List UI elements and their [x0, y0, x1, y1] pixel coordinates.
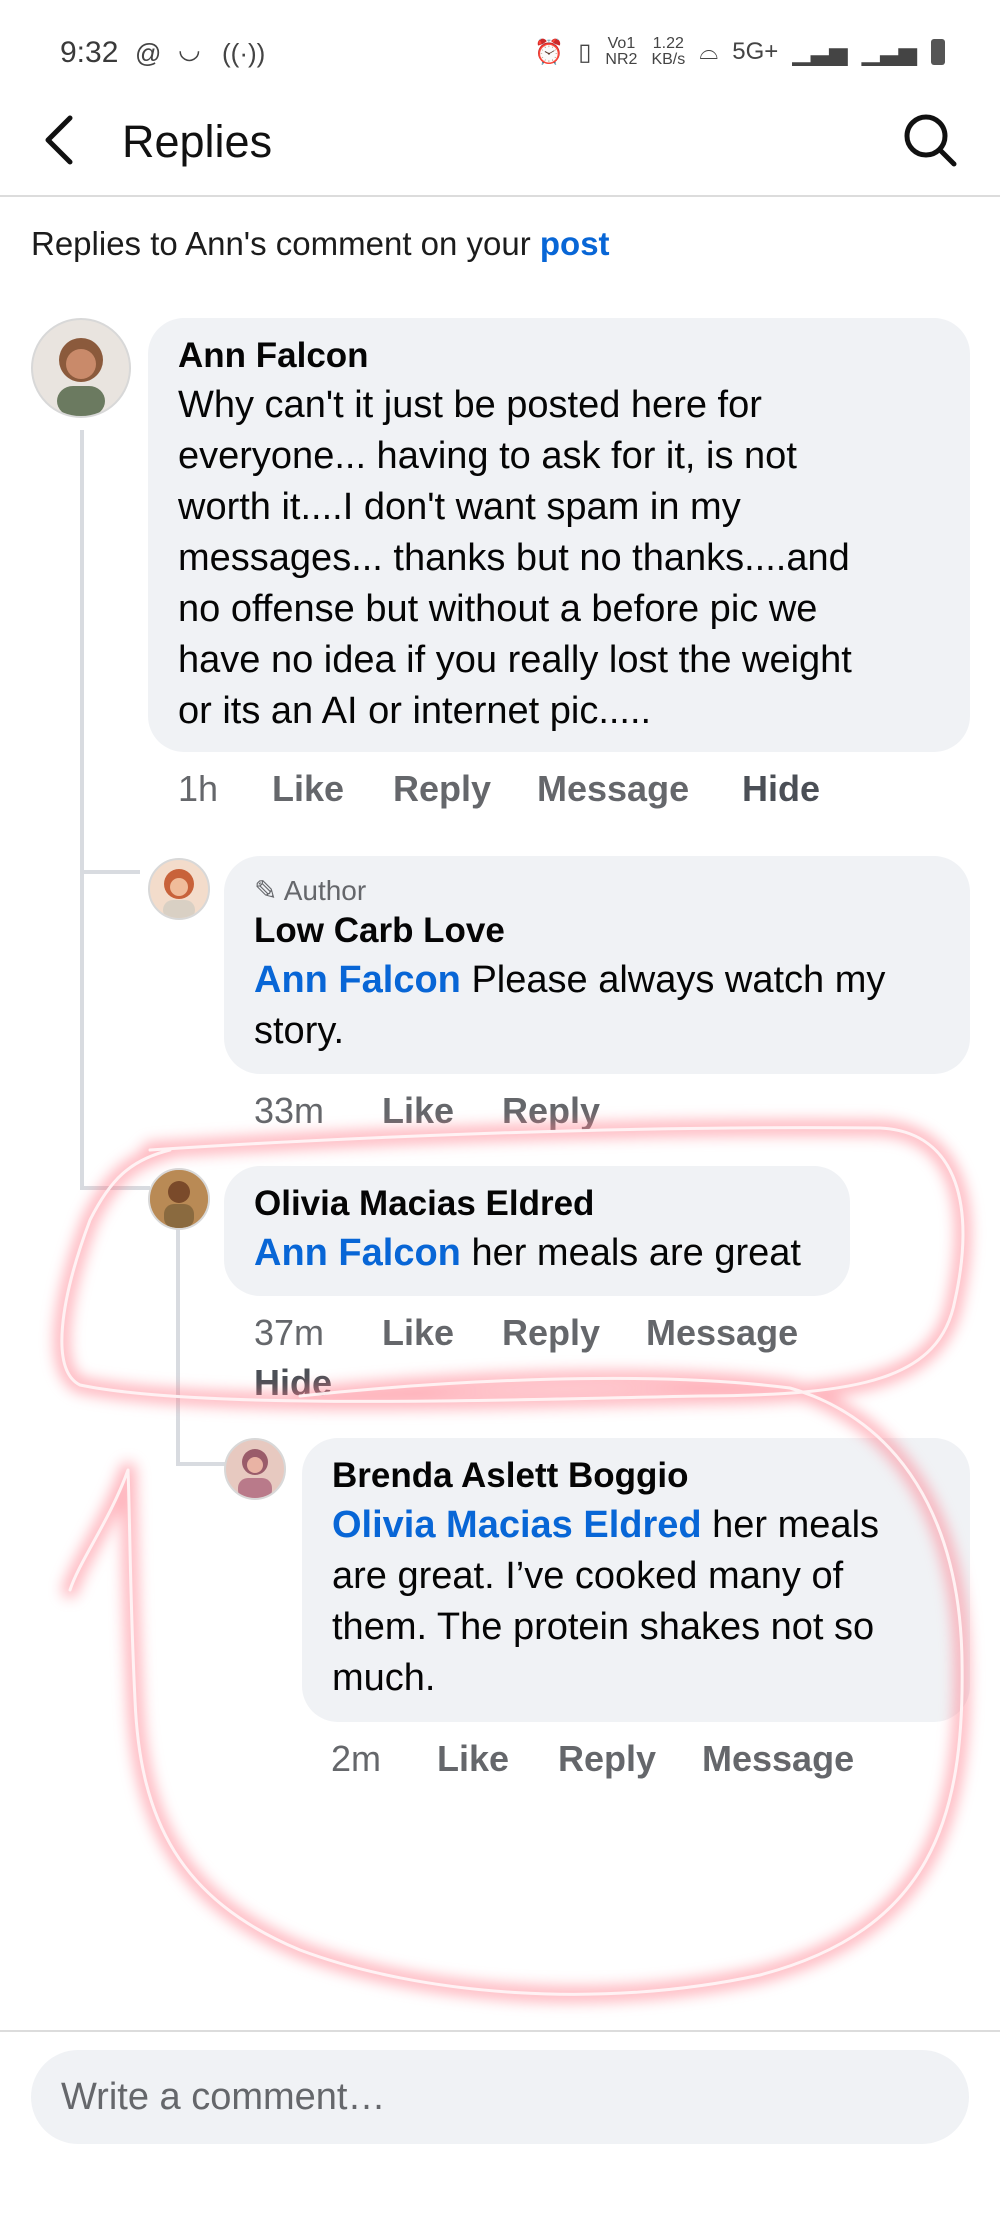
comment-time: 33m — [254, 1090, 325, 1131]
thread-line — [80, 430, 84, 1190]
avatar[interactable] — [31, 318, 131, 418]
comment-author[interactable]: Ann Falcon — [178, 336, 940, 376]
comment-bubble: Brenda Aslett Boggio Olivia Macias Eldre… — [302, 1438, 970, 1722]
comment-actions: 37m Like Reply Message Hide — [254, 1312, 954, 1412]
comment-text-line: worth it....I don't want spam in my — [178, 486, 741, 528]
comment-text: Why can't it just be posted here for eve… — [178, 380, 940, 737]
like-button[interactable]: Like — [437, 1738, 509, 1780]
comment-actions: 1h Like Reply Message Hide — [178, 768, 978, 818]
comment-text-line: her meals — [701, 1504, 880, 1546]
avatar[interactable] — [224, 1438, 286, 1500]
signal-icon-2: ▁▃▅ — [861, 38, 917, 66]
mention-link[interactable]: Ann Falcon — [254, 959, 461, 1001]
avatar-image — [57, 338, 105, 416]
avatar[interactable] — [148, 1168, 210, 1230]
alarm-icon: ⏰ — [534, 38, 565, 66]
comment-text-line: no offense but without a before pic we — [178, 588, 818, 630]
comment-text-line: are great. I’ve cooked many of — [332, 1555, 844, 1597]
comment-author[interactable]: Brenda Aslett Boggio — [332, 1456, 940, 1496]
mention-link[interactable]: Ann Falcon — [254, 1232, 461, 1274]
comment-text-line: much. — [332, 1657, 436, 1699]
reply-button[interactable]: Reply — [502, 1312, 600, 1354]
comment-text: Ann Falcon her meals are great — [254, 1228, 820, 1279]
reply-button[interactable]: Reply — [502, 1090, 600, 1132]
composer-divider — [0, 2030, 1000, 2032]
comment-author[interactable]: Olivia Macias Eldred — [254, 1184, 820, 1224]
volte-label: Vo1 NR2 — [605, 35, 638, 68]
comment-bubble: Olivia Macias Eldred Ann Falcon her meal… — [224, 1166, 850, 1296]
hide-button[interactable]: Hide — [742, 768, 820, 810]
comment-actions: 2m Like Reply Message — [331, 1738, 971, 1788]
comment-text-line: or its an AI or internet pic..... — [178, 690, 652, 732]
comment-text-line: everyone... having to ask for it, is not — [178, 435, 797, 477]
hotspot-signal-icon: ⌓ — [699, 38, 719, 65]
network-speed: 1.22 KB/s — [651, 35, 686, 68]
avatar-image — [150, 1170, 208, 1228]
vibrate-icon: ▯ — [578, 38, 592, 66]
like-button[interactable]: Like — [272, 768, 344, 810]
network-type: 5G+ — [732, 38, 779, 65]
search-button[interactable] — [900, 110, 960, 170]
like-button[interactable]: Like — [382, 1312, 454, 1354]
header-divider — [0, 195, 1000, 197]
comment-text: Olivia Macias Eldred her meals are great… — [332, 1500, 940, 1704]
chevron-left-icon — [45, 115, 73, 165]
comment-input[interactable] — [31, 2050, 969, 2144]
thread-branch — [80, 1186, 150, 1190]
comment-actions: 33m Like Reply — [254, 1090, 954, 1140]
amazon-smile-icon: ◡ — [178, 34, 201, 64]
mention-link[interactable]: Olivia Macias Eldred — [332, 1504, 702, 1546]
thread-branch — [176, 1462, 228, 1466]
page-title: Replies — [122, 116, 273, 167]
comment-text-line: messages... thanks but no thanks....and — [178, 537, 850, 579]
context-line: Replies to Ann's comment on your post — [31, 225, 610, 263]
status-indicators: ⏰ ▯ Vo1 NR2 1.22 KB/s ⌓ 5G+ ▁▃▅ ▁▃▅ — [534, 36, 945, 68]
reply-button[interactable]: Reply — [393, 768, 491, 810]
signal-icon: ▁▃▅ — [792, 38, 848, 66]
comment-time: 1h — [178, 768, 219, 809]
comment-text-line: her meals are great — [460, 1232, 801, 1274]
search-icon — [904, 114, 957, 167]
author-badge-label: Author — [283, 875, 367, 906]
comment-bubble: Ann Falcon Why can't it just be posted h… — [148, 318, 970, 752]
comment-time: 2m — [331, 1738, 382, 1779]
comment-bubble: ✎ Author Low Carb Love Ann Falcon Please… — [224, 856, 970, 1074]
comment-text-line: Why can't it just be posted here for — [178, 384, 762, 426]
avatar-image — [238, 1449, 272, 1498]
message-button[interactable]: Message — [537, 768, 689, 810]
avatar[interactable] — [148, 858, 210, 920]
author-badge: ✎ Author — [254, 874, 940, 907]
comment-time: 37m — [254, 1312, 325, 1353]
hotspot-icon: ((·)) — [222, 38, 266, 68]
message-button[interactable]: Message — [646, 1312, 798, 1354]
threads-icon: @ — [135, 38, 162, 68]
post-link[interactable]: post — [540, 225, 610, 262]
context-prefix: Replies to Ann's comment on your — [31, 225, 540, 262]
pencil-icon: ✎ — [254, 875, 278, 906]
comment-text-line: them. The protein shakes not so — [332, 1606, 875, 1648]
reply-button[interactable]: Reply — [558, 1738, 656, 1780]
back-button[interactable] — [40, 110, 80, 170]
thread-branch — [80, 870, 140, 874]
message-button[interactable]: Message — [702, 1738, 854, 1780]
comment-text-line: Please always watch my — [460, 959, 886, 1001]
comment-author[interactable]: Low Carb Love — [254, 911, 940, 951]
hide-button[interactable]: Hide — [254, 1362, 332, 1404]
avatar-image — [163, 869, 195, 918]
battery-icon — [931, 39, 945, 65]
comment-text-line: have no idea if you really lost the weig… — [178, 639, 852, 681]
thread-line — [176, 1220, 180, 1465]
status-time: 9:32 — [60, 36, 119, 69]
comment-text-line: story. — [254, 1010, 345, 1052]
comment-text: Ann Falcon Please always watch my story. — [254, 955, 940, 1057]
like-button[interactable]: Like — [382, 1090, 454, 1132]
